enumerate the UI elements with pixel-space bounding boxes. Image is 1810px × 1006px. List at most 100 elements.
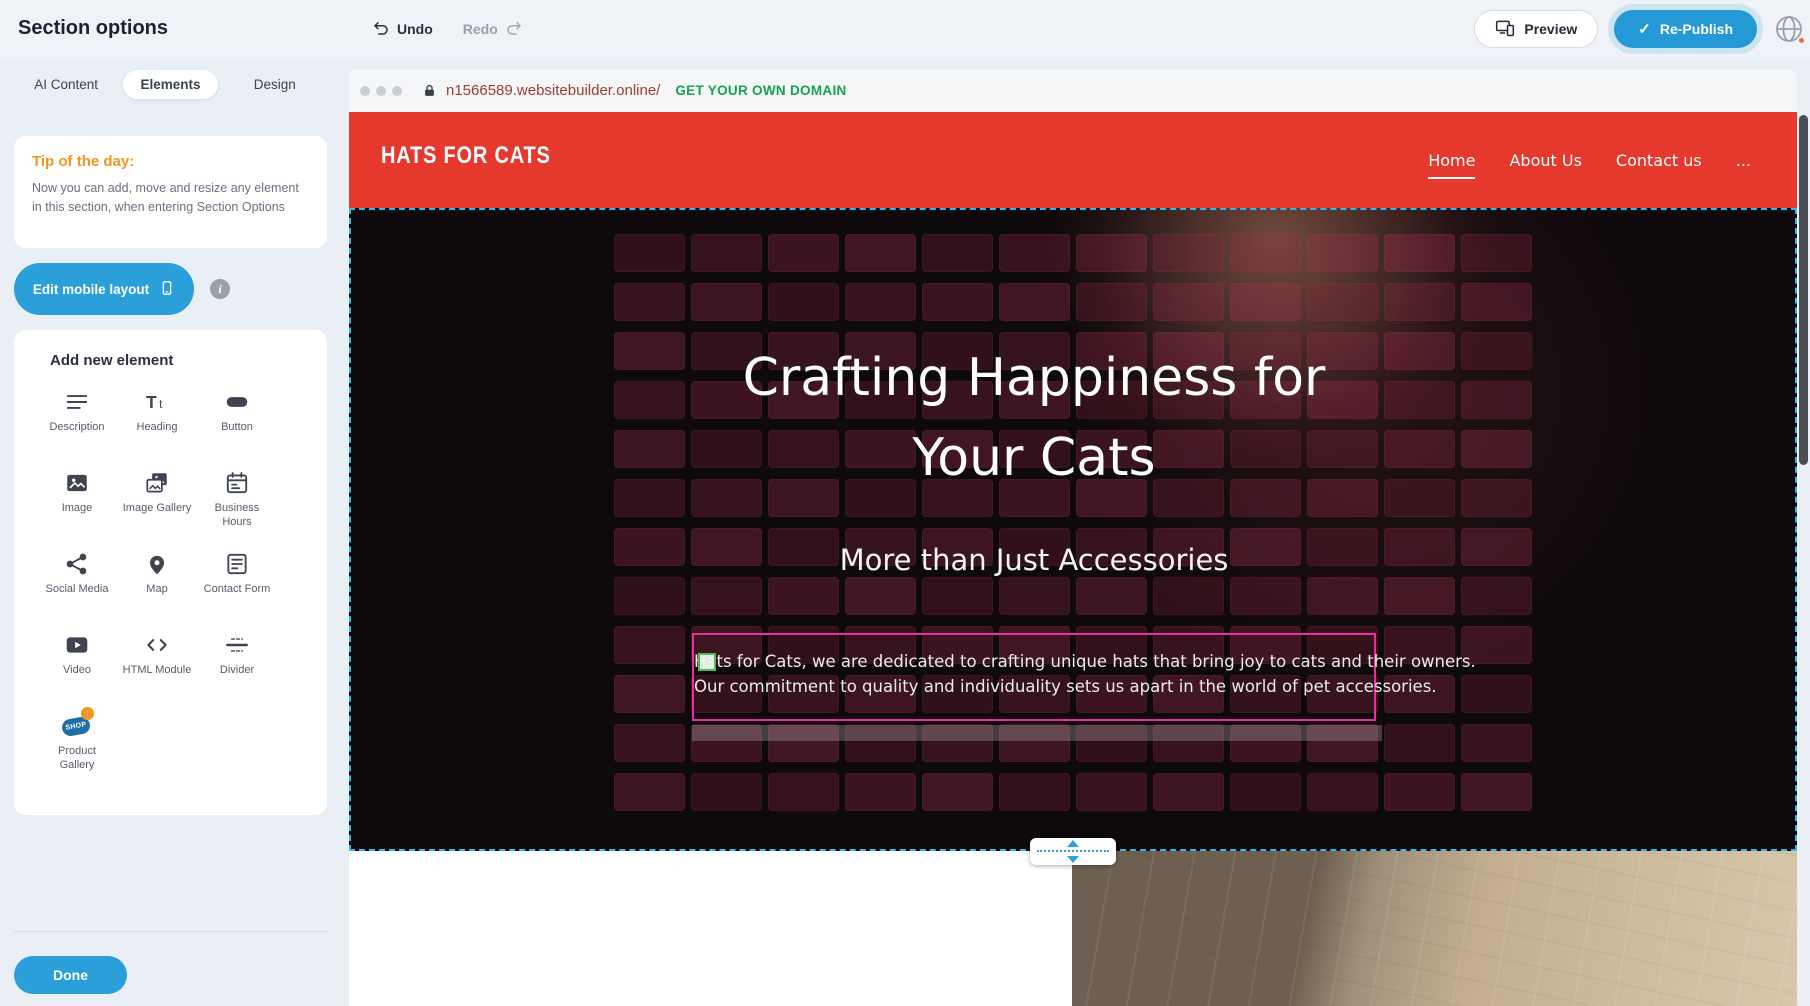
nav-home[interactable]: Home bbox=[1428, 151, 1475, 170]
language-globe-button[interactable] bbox=[1773, 13, 1805, 45]
hero-tile bbox=[1461, 234, 1532, 272]
nav-about-us[interactable]: About Us bbox=[1509, 151, 1581, 170]
redo-label: Redo bbox=[463, 21, 498, 37]
hero-tile bbox=[614, 332, 685, 370]
hero-tile bbox=[1153, 577, 1224, 615]
site-logo[interactable]: HATS FOR CATS bbox=[381, 143, 551, 171]
browser-chrome-bar: n1566589.websitebuilder.online/ GET YOUR… bbox=[349, 69, 1797, 112]
edit-mobile-layout-button[interactable]: Edit mobile layout bbox=[14, 263, 194, 315]
hero-tile bbox=[1076, 773, 1147, 811]
done-button[interactable]: Done bbox=[14, 956, 127, 994]
hero-subtitle[interactable]: More than Just Accessories bbox=[692, 543, 1376, 577]
site-preview: HATS FOR CATS Home About Us Contact us .… bbox=[349, 112, 1797, 1006]
window-dot bbox=[376, 86, 386, 96]
globe-badge bbox=[1797, 36, 1806, 45]
site-header[interactable]: HATS FOR CATS Home About Us Contact us .… bbox=[349, 112, 1797, 208]
redo-button[interactable]: Redo bbox=[463, 19, 523, 40]
hero-tile bbox=[1461, 332, 1532, 370]
element-button[interactable]: Button bbox=[197, 381, 277, 462]
hero-tile bbox=[1307, 773, 1378, 811]
hero-tile bbox=[1461, 283, 1532, 321]
republish-button[interactable]: ✓ Re-Publish bbox=[1614, 10, 1757, 48]
tip-body: Now you can add, move and resize any ele… bbox=[32, 179, 309, 218]
info-icon[interactable]: i bbox=[210, 279, 230, 299]
element-image-gallery[interactable]: Image Gallery bbox=[117, 462, 197, 543]
upgrade-badge: ↑ bbox=[81, 707, 94, 720]
element-shadow-strip bbox=[692, 725, 1382, 741]
tab-design[interactable]: Design bbox=[237, 70, 313, 99]
undo-label: Undo bbox=[397, 21, 433, 37]
element-contact-form[interactable]: Contact Form bbox=[197, 543, 277, 624]
hero-tile bbox=[1307, 234, 1378, 272]
element-heading[interactable]: Tt Heading bbox=[117, 381, 197, 462]
hero-tile bbox=[614, 773, 685, 811]
element-html-module[interactable]: HTML Module bbox=[117, 624, 197, 705]
hero-tile bbox=[691, 234, 762, 272]
get-your-own-domain-link[interactable]: GET YOUR OWN DOMAIN bbox=[675, 83, 846, 98]
hero-tile bbox=[1461, 724, 1532, 762]
devices-icon bbox=[1495, 18, 1515, 41]
nav-more[interactable]: ... bbox=[1736, 151, 1751, 170]
nav-contact-us[interactable]: Contact us bbox=[1616, 151, 1702, 170]
description-icon bbox=[64, 389, 90, 415]
hero-tile bbox=[1384, 283, 1455, 321]
hero-tile bbox=[922, 283, 993, 321]
site-nav: Home About Us Contact us ... bbox=[1428, 112, 1751, 208]
hero-tile bbox=[999, 234, 1070, 272]
undo-button[interactable]: Undo bbox=[372, 19, 433, 40]
hero-tile bbox=[1230, 577, 1301, 615]
hero-paragraph-selected[interactable]: Hats for Cats, we are dedicated to craft… bbox=[692, 633, 1376, 721]
element-divider[interactable]: Divider bbox=[197, 624, 277, 705]
page-scrollbar bbox=[1799, 112, 1808, 1002]
paragraph-line1: Hats for Cats, we are dedicated to craft… bbox=[694, 649, 1374, 674]
window-dot bbox=[360, 86, 370, 96]
undo-redo-group: Undo Redo bbox=[372, 0, 523, 58]
hero-tile bbox=[1461, 430, 1532, 468]
hero-tile bbox=[691, 577, 762, 615]
phone-icon bbox=[159, 278, 175, 301]
window-control-dots bbox=[360, 86, 402, 96]
undo-icon bbox=[372, 19, 390, 40]
divider-icon bbox=[224, 632, 250, 658]
element-description[interactable]: Description bbox=[37, 381, 117, 462]
hero-tile bbox=[768, 283, 839, 321]
resize-dotted-line bbox=[1037, 850, 1109, 852]
hero-tile bbox=[999, 577, 1070, 615]
hero-tile bbox=[1230, 283, 1301, 321]
element-drag-handle[interactable] bbox=[698, 653, 716, 671]
button-icon bbox=[224, 389, 250, 415]
tip-of-the-day-card: Tip of the day: Now you can add, move an… bbox=[14, 136, 327, 248]
hero-tile bbox=[1461, 528, 1532, 566]
hero-section[interactable]: Crafting Happiness for Your Cats More th… bbox=[349, 208, 1797, 851]
paragraph-line2: Our commitment to quality and individual… bbox=[694, 674, 1374, 699]
next-section[interactable] bbox=[349, 851, 1797, 1006]
element-social-media[interactable]: Social Media bbox=[37, 543, 117, 624]
hero-tile bbox=[1384, 773, 1455, 811]
hero-tile bbox=[999, 773, 1070, 811]
tab-ai-content[interactable]: AI Content bbox=[17, 70, 115, 99]
hero-tile bbox=[1384, 528, 1455, 566]
element-image[interactable]: Image bbox=[37, 462, 117, 543]
hero-tile bbox=[614, 234, 685, 272]
hero-title[interactable]: Crafting Happiness for Your Cats bbox=[692, 338, 1376, 498]
hero-tile bbox=[845, 773, 916, 811]
scrollbar-thumb[interactable] bbox=[1799, 115, 1808, 465]
website-builder-app: Section options Undo Redo Preview ✓ Re-P… bbox=[0, 0, 1810, 1006]
hero-title-line2: Your Cats bbox=[692, 418, 1376, 498]
section-resize-handle[interactable] bbox=[1030, 838, 1116, 865]
hero-tile bbox=[614, 381, 685, 419]
element-business-hours[interactable]: Business Hours bbox=[197, 462, 277, 543]
element-product-gallery[interactable]: SHOP ↑ Product Gallery bbox=[37, 705, 117, 786]
tab-elements[interactable]: Elements bbox=[123, 70, 217, 99]
element-video[interactable]: Video bbox=[37, 624, 117, 705]
hero-tile bbox=[1230, 234, 1301, 272]
hero-tile bbox=[614, 430, 685, 468]
element-map[interactable]: Map bbox=[117, 543, 197, 624]
hero-tile bbox=[1153, 234, 1224, 272]
hero-tile bbox=[845, 283, 916, 321]
business-hours-icon bbox=[224, 470, 250, 496]
preview-button[interactable]: Preview bbox=[1474, 10, 1598, 48]
image-gallery-icon bbox=[144, 470, 170, 496]
section-options-sidebar: AI Content Elements Design Tip of the da… bbox=[0, 58, 349, 1006]
hero-tile bbox=[1461, 675, 1532, 713]
